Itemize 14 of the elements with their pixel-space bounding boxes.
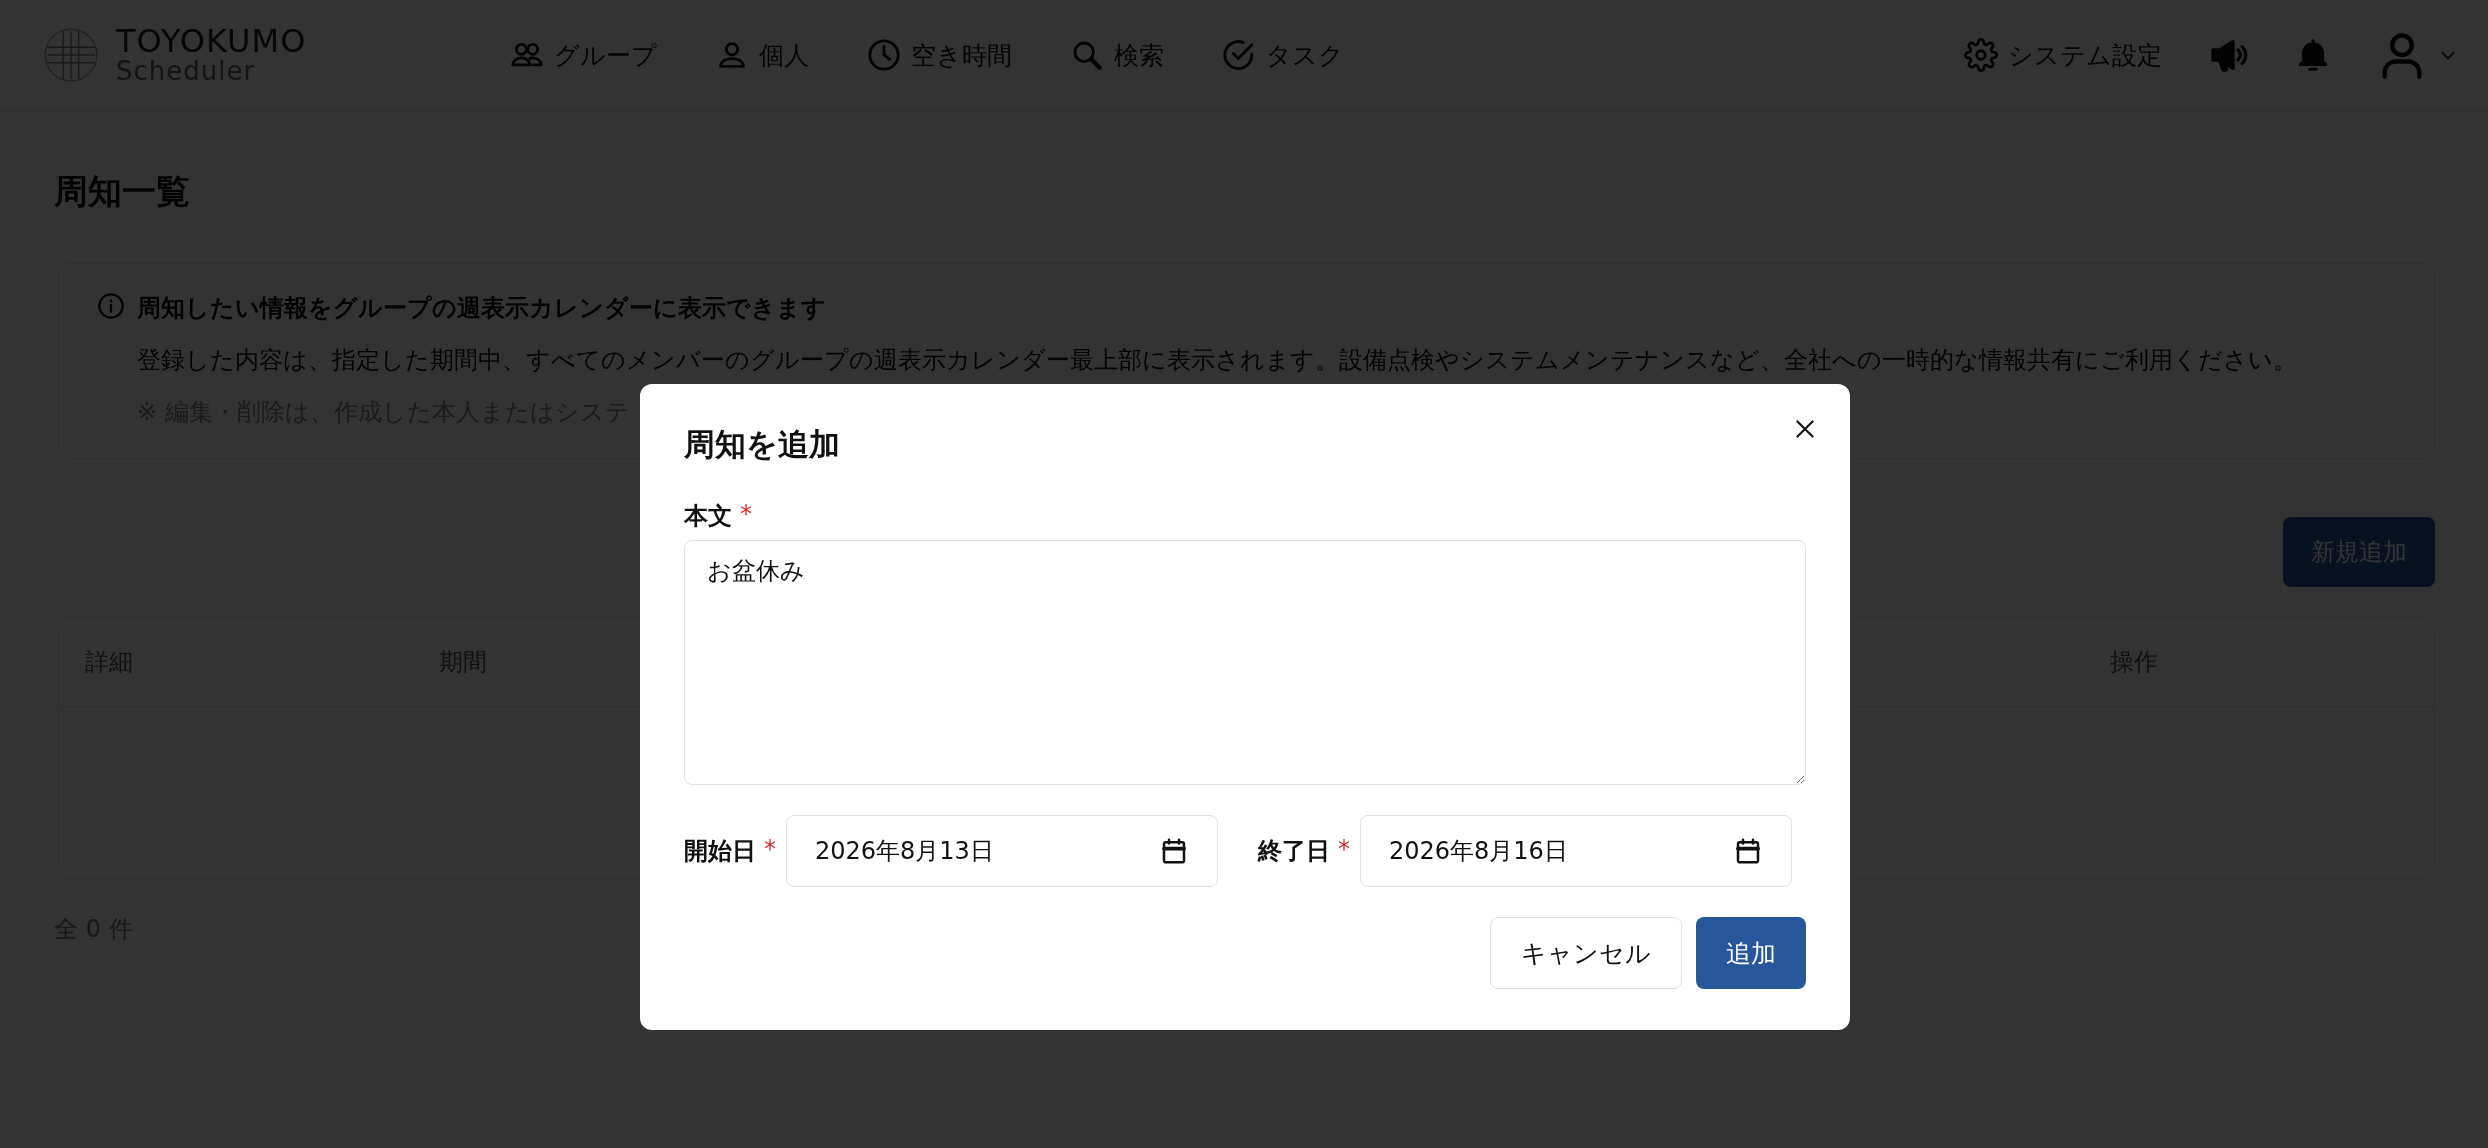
date-field[interactable]: 2026年8月13日 xyxy=(786,815,1218,887)
field-label: 本文 xyxy=(684,501,732,532)
text-area[interactable]: お盆休み xyxy=(684,540,1806,785)
calendar-icon xyxy=(1159,836,1189,866)
required-mark: * xyxy=(764,835,776,865)
cancel-button[interactable]: キャンセル xyxy=(1490,917,1682,989)
add-button[interactable]: 追加 xyxy=(1696,917,1806,989)
required-mark: * xyxy=(1338,835,1350,865)
field-label: 終了日 xyxy=(1258,836,1330,867)
calendar-icon xyxy=(1733,836,1763,866)
dialog-title: 周知を追加 xyxy=(684,425,841,464)
required-mark: * xyxy=(740,500,752,530)
field-label: 開始日 xyxy=(684,836,756,867)
date-field[interactable]: 2026年8月16日 xyxy=(1360,815,1792,887)
